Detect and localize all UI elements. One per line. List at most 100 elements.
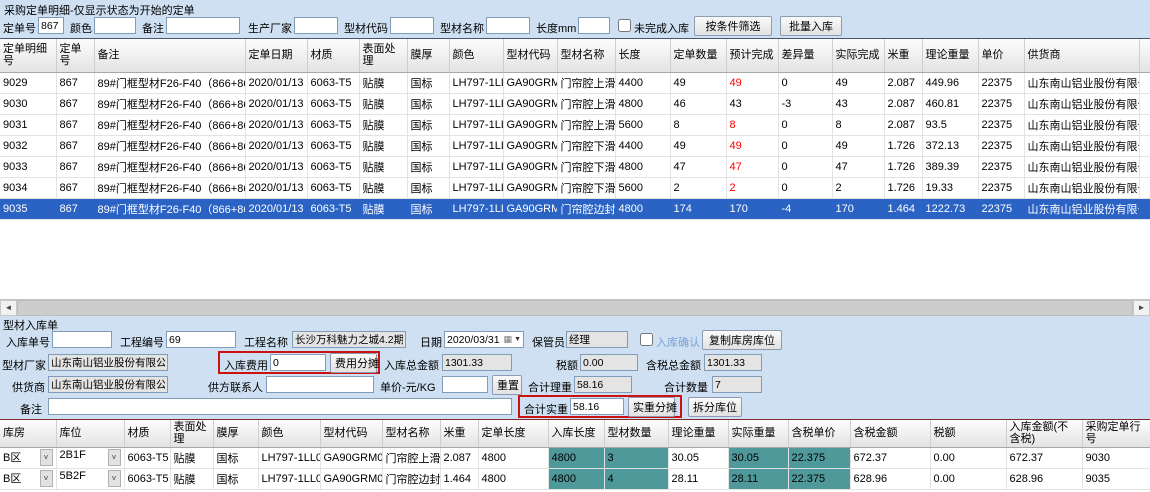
- grid-cell[interactable]: 贴膜: [359, 93, 407, 114]
- batch-inbound-button[interactable]: 批量入库: [780, 16, 842, 36]
- grid-cell[interactable]: 867: [56, 72, 94, 93]
- grid-cell[interactable]: GA90GRM05: [320, 468, 382, 489]
- grid-cell[interactable]: 国标: [407, 93, 449, 114]
- grid-cell[interactable]: 19.33: [922, 177, 978, 198]
- grid-cell[interactable]: LH797-1LL0: [449, 93, 503, 114]
- grid-cell[interactable]: 国标: [407, 156, 449, 177]
- grid-cell[interactable]: 2.087: [440, 447, 478, 468]
- grid-cell[interactable]: GA90GRM04: [503, 177, 557, 198]
- grid-cell[interactable]: 47: [670, 156, 726, 177]
- grid-cell[interactable]: 47: [832, 156, 884, 177]
- grid-cell[interactable]: 1222.73: [922, 198, 978, 219]
- dropdown-arrow-icon[interactable]: ˅: [108, 449, 121, 466]
- grid-cell[interactable]: 4: [604, 468, 668, 489]
- grid-cell[interactable]: 2B1F˅: [56, 447, 124, 468]
- grid-cell[interactable]: 672.37: [850, 447, 930, 468]
- grid-cell[interactable]: 6063-T5: [307, 198, 359, 219]
- grid-cell[interactable]: 2020/01/13: [245, 72, 307, 93]
- grid-cell[interactable]: 460.81: [922, 93, 978, 114]
- grid-cell[interactable]: LH797-1LL0: [449, 114, 503, 135]
- grid-cell[interactable]: 4800: [615, 156, 670, 177]
- unfinished-inbound-checkbox[interactable]: [618, 19, 631, 32]
- grid-cell[interactable]: 贴膜: [359, 72, 407, 93]
- unit-price-input[interactable]: [442, 376, 488, 393]
- grid-cell[interactable]: 国标: [407, 177, 449, 198]
- grid-cell[interactable]: 867: [56, 135, 94, 156]
- grid-cell[interactable]: 6063-T5: [124, 468, 170, 489]
- grid-cell[interactable]: 山东南山铝业股份有限公司: [1024, 156, 1139, 177]
- grid-cell[interactable]: 山东南山铝业股份有限公司: [1024, 93, 1139, 114]
- grid-cell[interactable]: 628.96: [850, 468, 930, 489]
- grid-cell[interactable]: 867: [56, 198, 94, 219]
- grid-cell[interactable]: 门帘腔下滑: [557, 156, 615, 177]
- grid-cell[interactable]: 2.087: [884, 72, 922, 93]
- grid-cell[interactable]: 22375: [978, 72, 1024, 93]
- grid-cell[interactable]: 49: [726, 72, 778, 93]
- grid-cell[interactable]: 0: [778, 114, 832, 135]
- filter-remark-input[interactable]: [166, 17, 240, 34]
- actual-weight-share-button[interactable]: 实重分摊: [628, 397, 675, 417]
- grid-cell[interactable]: 贴膜: [170, 468, 213, 489]
- reset-button[interactable]: 重置: [492, 375, 522, 395]
- filter-order-no-input[interactable]: [38, 17, 64, 34]
- grid-cell[interactable]: B区˅: [0, 468, 56, 489]
- grid-cell[interactable]: 22.375: [788, 468, 850, 489]
- grid-cell[interactable]: 4800: [478, 468, 548, 489]
- grid-cell[interactable]: 4400: [615, 135, 670, 156]
- grid-cell[interactable]: 2.087: [884, 114, 922, 135]
- grid-cell[interactable]: 89#门框型材F26-F40（866+867）: [94, 177, 245, 198]
- total-amount-input[interactable]: [442, 354, 512, 371]
- grid-cell[interactable]: 2: [670, 177, 726, 198]
- grid-cell[interactable]: 9031: [0, 114, 56, 135]
- filter-manufacturer-input[interactable]: [294, 17, 338, 34]
- grid-cell[interactable]: 4800: [548, 468, 604, 489]
- grid-cell[interactable]: LH797-1LL0: [258, 447, 320, 468]
- grid-cell[interactable]: GA90GRM05: [503, 198, 557, 219]
- grid-cell[interactable]: 1.726: [884, 135, 922, 156]
- keeper-input[interactable]: [566, 331, 628, 348]
- supplier-input[interactable]: [48, 376, 168, 393]
- grid-cell[interactable]: 9035: [0, 198, 56, 219]
- grid-cell[interactable]: 89#门框型材F26-F40（866+867）: [94, 156, 245, 177]
- split-location-button[interactable]: 拆分库位: [688, 397, 742, 417]
- grid-cell[interactable]: 门帘腔上滑: [382, 447, 440, 468]
- grid-cell[interactable]: 0: [778, 72, 832, 93]
- grid-cell[interactable]: LH797-1LL0: [449, 72, 503, 93]
- grid-cell[interactable]: 5B2F˅: [56, 468, 124, 489]
- grid-cell[interactable]: 8: [832, 114, 884, 135]
- grid-cell[interactable]: 6063-T5: [307, 114, 359, 135]
- grid-cell[interactable]: LH797-1LL0: [449, 177, 503, 198]
- grid-cell[interactable]: GA90GRM03: [503, 114, 557, 135]
- grid-cell[interactable]: 6063-T5: [307, 72, 359, 93]
- grid-cell[interactable]: 43: [832, 93, 884, 114]
- grid-cell[interactable]: 9033: [0, 156, 56, 177]
- grid-cell[interactable]: 49: [726, 135, 778, 156]
- grid-cell[interactable]: -3: [778, 93, 832, 114]
- grid-cell[interactable]: B区˅: [0, 447, 56, 468]
- project-name-input[interactable]: [292, 331, 406, 348]
- grid-cell[interactable]: 0: [778, 135, 832, 156]
- grid-cell[interactable]: 贴膜: [170, 447, 213, 468]
- grid-cell[interactable]: 山东南山铝业股份有限公司: [1024, 135, 1139, 156]
- grid-cell[interactable]: 30.05: [728, 447, 788, 468]
- grid-cell[interactable]: 389.39: [922, 156, 978, 177]
- grid-cell[interactable]: 28.11: [668, 468, 728, 489]
- grid-cell[interactable]: 3: [604, 447, 668, 468]
- grid-cell[interactable]: GA90GRM03: [503, 93, 557, 114]
- grid-cell[interactable]: 国标: [213, 468, 258, 489]
- filter-profile-name-input[interactable]: [486, 17, 530, 34]
- grid-cell[interactable]: 4800: [548, 447, 604, 468]
- grid-cell[interactable]: 867: [56, 156, 94, 177]
- grid-cell[interactable]: 22375: [978, 198, 1024, 219]
- tax-input[interactable]: [580, 354, 638, 371]
- scroll-right-icon[interactable]: ►: [1133, 300, 1150, 316]
- grid-cell[interactable]: 22375: [978, 93, 1024, 114]
- grid-cell[interactable]: 贴膜: [359, 198, 407, 219]
- grid-cell[interactable]: 9029: [0, 72, 56, 93]
- grid-cell[interactable]: 9030: [0, 93, 56, 114]
- date-input[interactable]: 2020/03/31 ▦ ▼: [444, 331, 524, 348]
- grid-cell[interactable]: 6063-T5: [124, 447, 170, 468]
- remark-input[interactable]: [48, 398, 512, 415]
- order-row[interactable]: 903086789#门框型材F26-F40（866+867）2020/01/13…: [0, 93, 1150, 114]
- filter-profile-code-input[interactable]: [390, 17, 434, 34]
